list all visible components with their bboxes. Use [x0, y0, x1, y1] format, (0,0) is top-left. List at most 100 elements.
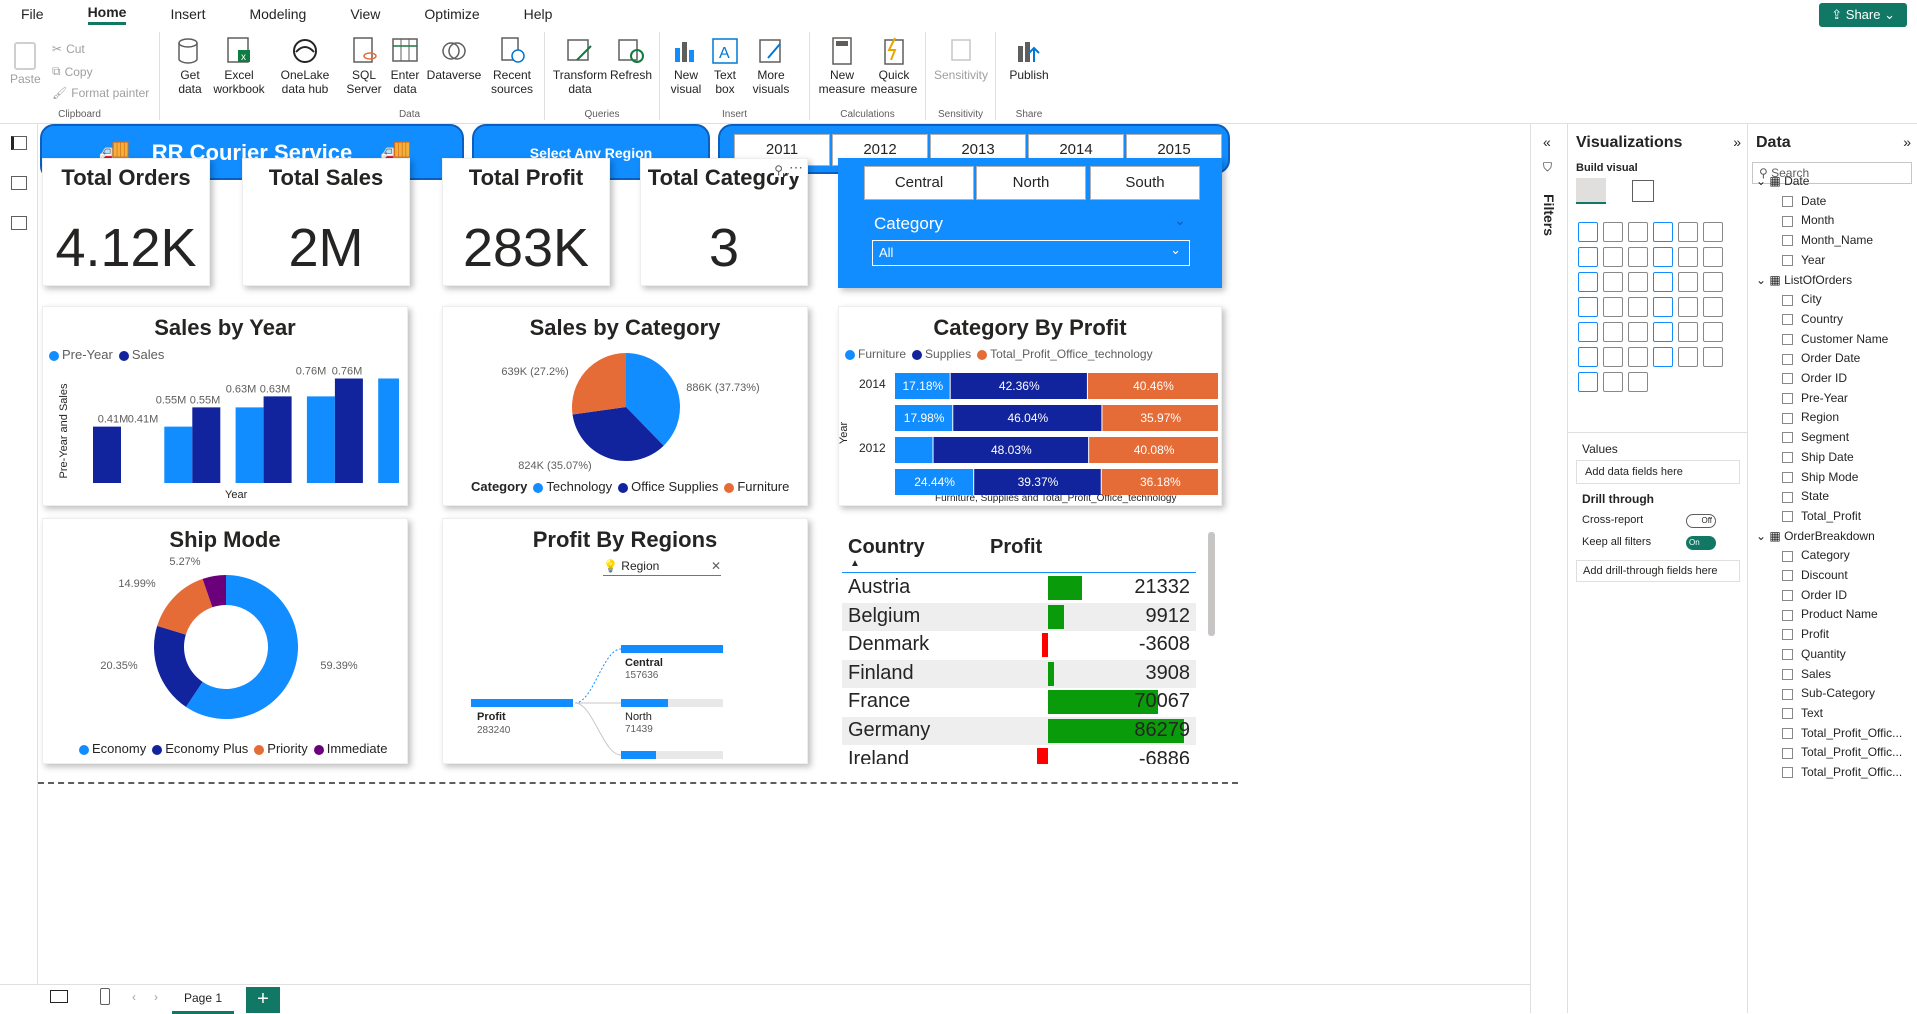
field-checkbox[interactable] — [1782, 333, 1793, 345]
field-checkbox[interactable] — [1782, 767, 1793, 779]
matrix-icon[interactable] — [1653, 322, 1673, 342]
table-node[interactable]: ⌄ ▦ Date — [1756, 174, 1809, 188]
table-row[interactable]: France 70067 — [842, 688, 1196, 717]
sales-by-year-chart[interactable]: Sales by Year Pre-Year Sales Pre-Year an… — [42, 306, 408, 506]
table-scrollbar[interactable] — [1208, 532, 1215, 636]
field-item[interactable]: Sales — [1782, 667, 1831, 681]
expand-icon[interactable]: » — [1903, 134, 1911, 150]
field-item[interactable]: Sub-Category — [1782, 686, 1875, 700]
legend-item[interactable]: Supplies — [912, 347, 971, 361]
field-item[interactable]: Ship Mode — [1782, 470, 1858, 484]
area-chart-icon[interactable] — [1603, 247, 1623, 267]
table-row[interactable]: Ireland -6886 — [842, 745, 1196, 764]
refresh-button[interactable]: Refresh — [610, 36, 652, 82]
field-item[interactable]: Order Date — [1782, 351, 1860, 365]
table-row[interactable]: Denmark -3608 — [842, 631, 1196, 660]
field-item[interactable]: Product Name — [1782, 607, 1878, 621]
field-checkbox[interactable] — [1782, 393, 1793, 405]
field-checkbox[interactable] — [1782, 432, 1793, 444]
multi-row-card-icon[interactable] — [1703, 297, 1723, 317]
get-data-button[interactable]: Get data — [170, 36, 210, 96]
field-item[interactable]: Segment — [1782, 430, 1849, 444]
field-item[interactable]: Text — [1782, 706, 1823, 720]
field-checkbox[interactable] — [1782, 708, 1793, 720]
kpi-card-sales[interactable]: Total Sales 2M — [242, 158, 410, 286]
clustered-bar-chart-icon[interactable] — [1628, 222, 1648, 242]
legend-item[interactable]: Immediate — [313, 741, 387, 756]
quick-measure-button[interactable]: Quick measure — [870, 36, 918, 96]
cross-report-toggle[interactable]: Off — [1686, 514, 1716, 528]
field-item[interactable]: Month_Name — [1782, 233, 1873, 247]
scatter-chart-icon[interactable] — [1628, 272, 1648, 292]
field-item[interactable]: City — [1782, 292, 1822, 306]
collapse-icon[interactable]: « — [1543, 134, 1551, 150]
prev-page-icon[interactable]: ‹ — [132, 990, 136, 1004]
line-column-chart-icon[interactable] — [1653, 247, 1673, 267]
profit-by-regions-tree[interactable]: Profit By Regions 💡 Region ✕ Profit 2832… — [442, 518, 808, 764]
stacked-column-chart-icon[interactable] — [1603, 222, 1623, 242]
azure-map-icon[interactable] — [1628, 297, 1648, 317]
keep-filters-toggle[interactable]: On — [1686, 536, 1716, 550]
tree-root-bar[interactable] — [471, 699, 573, 707]
menu-view[interactable]: View — [350, 6, 380, 22]
field-item[interactable]: Total_Profit_Offic... — [1782, 765, 1902, 779]
metrics-icon[interactable] — [1703, 347, 1723, 367]
mobile-layout-icon[interactable] — [100, 988, 110, 1005]
table-node[interactable]: ⌄ ▦ ListOfOrders — [1756, 273, 1852, 287]
field-checkbox[interactable] — [1782, 747, 1793, 759]
kpi-card-profit[interactable]: Total Profit 283K — [442, 158, 610, 286]
field-checkbox[interactable] — [1782, 727, 1793, 739]
kpi-card-category[interactable]: Total Category 3 ⚲ ⋯ — [640, 158, 808, 286]
field-checkbox[interactable] — [1782, 688, 1793, 700]
legend-item[interactable]: Sales — [118, 347, 164, 362]
field-checkbox[interactable] — [1782, 491, 1793, 503]
narrative-icon[interactable] — [1653, 347, 1673, 367]
more-options-icon[interactable]: ⋯ — [789, 159, 803, 176]
new-visual-button[interactable]: New visual — [668, 36, 704, 96]
desktop-layout-icon[interactable] — [50, 990, 68, 1003]
python-visual-icon[interactable] — [1703, 322, 1723, 342]
page-tab[interactable]: Page 1 — [172, 985, 234, 1014]
filters-pane-collapsed[interactable]: « ⛉ Filters — [1530, 124, 1568, 1013]
field-checkbox[interactable] — [1782, 196, 1793, 208]
legend-item[interactable]: Technology — [533, 479, 612, 494]
bar-100-chart-icon[interactable] — [1678, 222, 1698, 242]
report-view-icon[interactable] — [11, 136, 27, 150]
r-visual-icon[interactable] — [1678, 322, 1698, 342]
tree-node-bar[interactable] — [621, 645, 723, 653]
recent-sources-button[interactable]: Recent sources — [484, 36, 540, 96]
field-checkbox[interactable] — [1782, 550, 1793, 562]
legend-item[interactable]: Pre-Year — [49, 347, 113, 362]
region-option[interactable]: South — [1090, 166, 1200, 200]
menu-home[interactable]: Home — [87, 4, 127, 25]
kpi-card-orders[interactable]: Total Orders 4.12K — [42, 158, 210, 286]
clustered-column-chart-icon[interactable] — [1653, 222, 1673, 242]
region-option[interactable]: Central — [864, 166, 974, 200]
menu-modeling[interactable]: Modeling — [249, 6, 306, 22]
field-checkbox[interactable] — [1782, 452, 1793, 464]
field-checkbox[interactable] — [1782, 353, 1793, 365]
field-item[interactable]: Date — [1782, 194, 1826, 208]
format-visual-tab-icon[interactable] — [1632, 180, 1654, 202]
model-view-icon[interactable] — [11, 216, 27, 230]
publish-button[interactable]: Publish — [1006, 36, 1052, 82]
field-checkbox[interactable] — [1782, 649, 1793, 661]
donut-chart-icon[interactable] — [1678, 272, 1698, 292]
stacked-area-chart-icon[interactable] — [1628, 247, 1648, 267]
field-item[interactable]: Order ID — [1782, 588, 1847, 602]
sales-by-category-chart[interactable]: Sales by Category 639K (27.2%) 886K (37.7… — [442, 306, 808, 506]
new-measure-button[interactable]: New measure — [818, 36, 866, 96]
field-checkbox[interactable] — [1782, 235, 1793, 247]
paste-button[interactable]: Paste — [10, 36, 41, 86]
kpi-icon[interactable] — [1578, 322, 1598, 342]
legend-item[interactable]: Priority — [254, 741, 308, 756]
field-checkbox[interactable] — [1782, 471, 1793, 483]
slicer-icon[interactable] — [1603, 322, 1623, 342]
field-item[interactable]: Quantity — [1782, 647, 1846, 661]
copy-button[interactable]: ⧉ Copy — [52, 64, 93, 79]
country-profit-table[interactable]: Country Profit ▲ Austria 21332 Belgium 9912… — [842, 532, 1234, 764]
dataverse-button[interactable]: Dataverse — [427, 36, 481, 82]
table-node[interactable]: ⌄ ▦ OrderBreakdown — [1756, 529, 1875, 543]
table-icon[interactable] — [1628, 322, 1648, 342]
share-button[interactable]: ⇪ Share ⌄ — [1819, 3, 1907, 27]
